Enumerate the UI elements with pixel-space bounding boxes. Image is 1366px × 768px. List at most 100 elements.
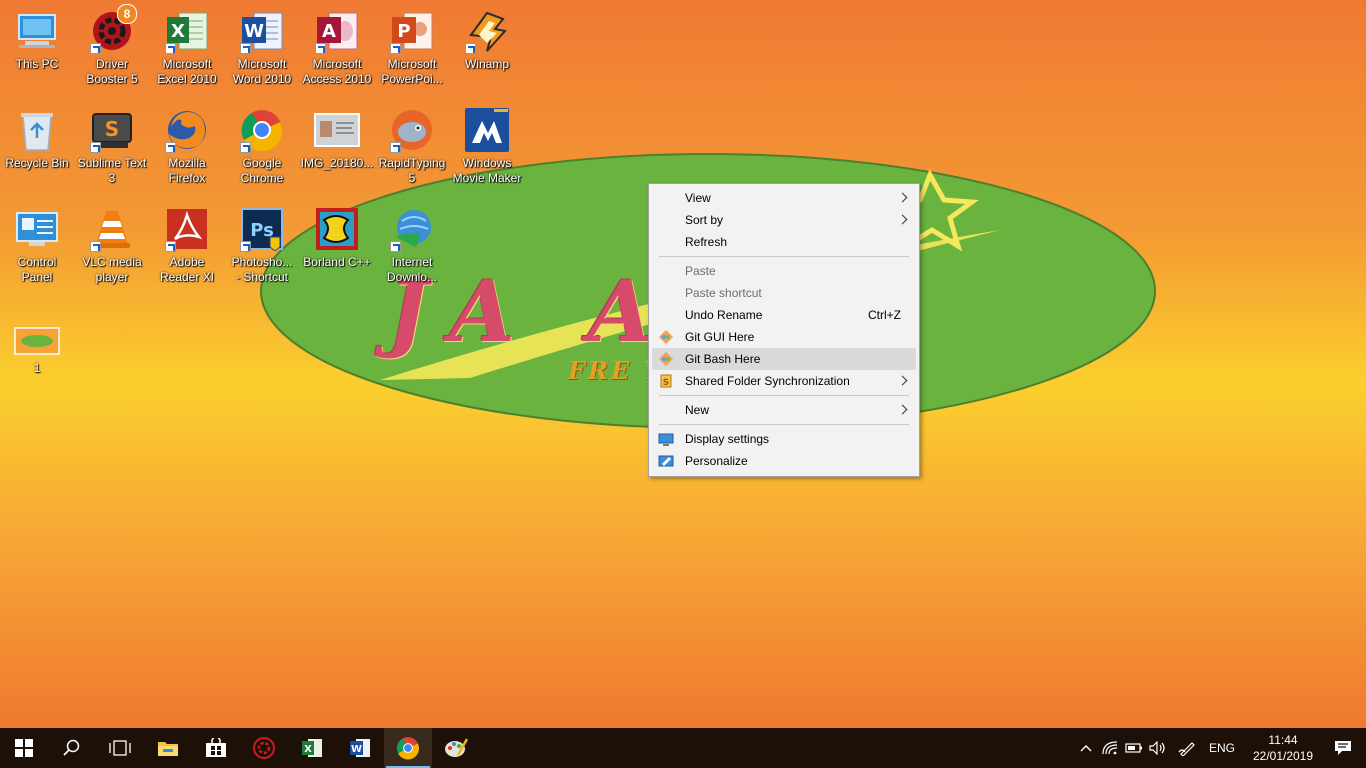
shortcut-arrow-icon [465, 43, 476, 54]
desktop-icon-access[interactable]: A Microsoft Access 2010 [300, 2, 374, 94]
taskbar-store[interactable] [192, 728, 240, 768]
desktop-icon-rapidtyping[interactable]: RapidTyping 5 [375, 101, 449, 193]
taskbar-paint[interactable] [432, 728, 480, 768]
shortcut-arrow-icon [390, 142, 401, 153]
svg-text:S: S [105, 117, 119, 141]
menu-item-paste[interactable]: Paste [652, 260, 916, 282]
taskbar-chrome[interactable] [384, 728, 432, 768]
shortcut-arrow-icon [90, 142, 101, 153]
taskbar-driver-booster[interactable] [240, 728, 288, 768]
menu-item-sort-by[interactable]: Sort by [652, 209, 916, 231]
desktop-icon-winamp[interactable]: Winamp [450, 2, 524, 94]
word-icon: W [239, 8, 285, 54]
taskbar-word[interactable]: W [336, 728, 384, 768]
svg-text:W: W [351, 744, 362, 755]
shortcut-arrow-icon [240, 142, 251, 153]
desktop-icon-image-1[interactable]: 1 [0, 318, 74, 410]
chevron-right-icon [897, 214, 908, 225]
search-button[interactable] [48, 728, 96, 768]
desktop-icon-internet-download-manager[interactable]: Internet Downlo... [375, 200, 449, 292]
keyboard-shortcut: Ctrl+Z [868, 308, 901, 322]
network-button[interactable] [1098, 728, 1122, 768]
desktop-icon-driver-booster[interactable]: 8 Driver Booster 5 [75, 2, 149, 94]
desktop-icon-firefox[interactable]: Mozilla Firefox [150, 101, 224, 193]
this-pc-icon [14, 8, 60, 54]
battery-icon [1125, 743, 1142, 753]
driver-booster-icon [253, 737, 275, 759]
powerpoint-icon: P [389, 8, 435, 54]
menu-item-view[interactable]: View [652, 187, 916, 209]
chevron-right-icon [897, 404, 908, 415]
menu-item-refresh[interactable]: Refresh [652, 231, 916, 253]
menu-item-label: Paste shortcut [685, 286, 762, 300]
desktop-icon-label: Control Panel [17, 255, 57, 284]
chrome-icon [396, 737, 419, 760]
shortcut-arrow-icon [390, 43, 401, 54]
desktop-icon-vlc[interactable]: VLC media player [75, 200, 149, 292]
firefox-icon [164, 107, 210, 153]
system-tray: ENG 11:44 22/01/2019 [1074, 728, 1366, 768]
desktop-icon-label: Winamp [464, 57, 509, 71]
winamp-icon [464, 8, 510, 54]
desktop-icon-label: Recycle Bin [5, 156, 69, 170]
desktop-icon-label: Internet Downlo... [386, 255, 438, 284]
desktop-icon-excel[interactable]: X Microsoft Excel 2010 [150, 2, 224, 94]
search-icon [63, 739, 80, 756]
desktop-icon-powerpoint[interactable]: P Microsoft PowerPoi... [375, 2, 449, 94]
volume-button[interactable] [1146, 728, 1170, 768]
notification-icon [1335, 741, 1351, 755]
desktop-icon-img-file[interactable]: IMG_20180... [300, 101, 374, 193]
menu-item-paste-shortcut[interactable]: Paste shortcut [652, 282, 916, 304]
desktop-icon-sublime-text[interactable]: S Sublime Text 3 [75, 101, 149, 193]
svg-text:A: A [322, 21, 336, 42]
desktop-icon-label: VLC media player [82, 255, 142, 284]
paint-icon [445, 738, 468, 757]
chevron-right-icon [897, 375, 908, 386]
word-icon: W [350, 739, 370, 757]
desktop-icon-recycle-bin[interactable]: Recycle Bin [0, 101, 74, 193]
desktop-icon-word[interactable]: W Microsoft Word 2010 [225, 2, 299, 94]
desktop-icon-label: Google Chrome [240, 156, 284, 185]
start-button[interactable] [0, 728, 48, 768]
desktop-icon-label: Microsoft PowerPoi... [381, 57, 443, 86]
show-hidden-icons-button[interactable] [1074, 728, 1098, 768]
menu-item-label: Shared Folder Synchronization [685, 374, 850, 388]
action-center-button[interactable] [1320, 728, 1366, 768]
input-language-indicator[interactable]: ENG [1204, 741, 1240, 755]
desktop-icon-chrome[interactable]: Google Chrome [225, 101, 299, 193]
menu-item-shared-folder-sync[interactable]: S Shared Folder Synchronization [652, 370, 916, 392]
desktop-icon-label: 1 [33, 361, 41, 375]
personalize-icon [658, 455, 674, 467]
pen-workspace-button[interactable] [1170, 728, 1204, 768]
menu-item-git-bash-here[interactable]: Git Bash Here [652, 348, 916, 370]
clock-time: 11:44 [1268, 733, 1298, 747]
desktop-icon-label: Microsoft Access 2010 [302, 57, 372, 86]
menu-item-new[interactable]: New [652, 399, 916, 421]
menu-item-undo-rename[interactable]: Undo Rename Ctrl+Z [652, 304, 916, 326]
desktop-icon-adobe-reader[interactable]: Adobe Reader XI [150, 200, 224, 292]
taskbar-file-explorer[interactable] [144, 728, 192, 768]
desktop-icon-label: IMG_20180... [300, 156, 374, 170]
notification-badge: 8 [117, 4, 137, 24]
task-view-button[interactable] [96, 728, 144, 768]
menu-item-personalize[interactable]: Personalize [652, 450, 916, 472]
access-icon: A [314, 8, 360, 54]
borland-icon [314, 206, 360, 252]
display-icon [658, 433, 674, 446]
menu-item-git-gui-here[interactable]: Git GUI Here [652, 326, 916, 348]
desktop-icon-movie-maker[interactable]: Windows Movie Maker [450, 101, 524, 193]
desktop-icon-label: Sublime Text 3 [77, 156, 147, 185]
desktop-icon-control-panel[interactable]: Control Panel [0, 200, 74, 292]
menu-separator [659, 424, 909, 425]
sublime-text-icon: S [89, 107, 135, 153]
desktop-icon-label: Microsoft Excel 2010 [157, 57, 217, 86]
excel-icon: X [164, 8, 210, 54]
desktop-icon-this-pc[interactable]: This PC [0, 2, 74, 94]
battery-button[interactable] [1122, 728, 1146, 768]
desktop-icon-borland[interactable]: Borland C++ [300, 200, 374, 292]
menu-item-display-settings[interactable]: Display settings [652, 428, 916, 450]
taskbar-clock[interactable]: 11:44 22/01/2019 [1246, 732, 1320, 764]
desktop-icon-photoshop[interactable]: Ps Photosho... - Shortcut [225, 200, 299, 292]
taskbar-excel[interactable]: X [288, 728, 336, 768]
shortcut-arrow-icon [90, 43, 101, 54]
